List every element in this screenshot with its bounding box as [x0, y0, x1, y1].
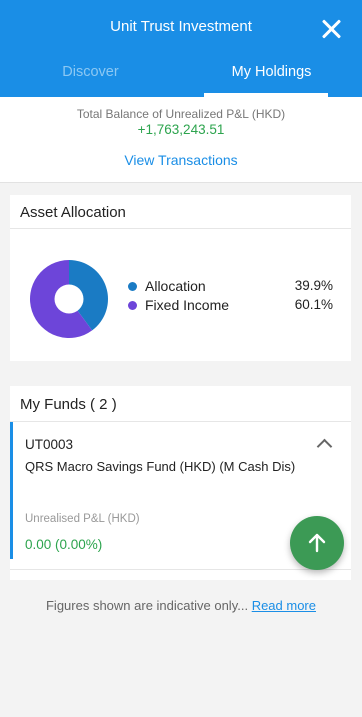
legend-item-allocation: Allocation 39.9% — [128, 277, 333, 295]
legend-value: 60.1% — [294, 297, 333, 312]
balance-label: Total Balance of Unrealized P&L (HKD) — [76, 107, 286, 121]
view-transactions-link[interactable]: View Transactions — [0, 152, 362, 168]
fund-pl-label: Unrealised P&L (HKD) — [25, 513, 140, 525]
asset-allocation-card: Asset Allocation Allocation 39.9% Fixed … — [10, 195, 351, 361]
fund-name: QRS Macro Savings Fund (HKD) (M Cash Dis… — [25, 459, 296, 474]
balance-value: +1,763,243.51 — [137, 122, 225, 137]
card-divider — [10, 228, 351, 229]
legend-value: 39.9% — [294, 278, 333, 293]
disclaimer-text: Figures shown are indicative only... — [45, 598, 249, 613]
balance-summary: Total Balance of Unrealized P&L (HKD) +1… — [0, 97, 362, 183]
app-header: Unit Trust Investment Discover My Holdin… — [0, 0, 362, 97]
fund-pl-value: 0.00 (0.00%) — [25, 537, 103, 552]
card-divider — [10, 569, 351, 570]
disclaimer-note: Figures shown are indicative only... Rea… — [0, 598, 362, 613]
tab-discover[interactable]: Discover — [0, 64, 181, 80]
legend-dot-allocation — [128, 282, 137, 291]
legend-label: Fixed Income — [145, 297, 230, 313]
close-icon[interactable] — [316, 14, 346, 44]
read-more-link[interactable]: Read more — [252, 598, 316, 613]
fund-code: UT0003 — [25, 437, 74, 452]
allocation-donut-chart — [29, 260, 108, 338]
chevron-up-icon[interactable] — [316, 438, 333, 455]
donut-hole — [54, 284, 84, 314]
page-title: Unit Trust Investment — [110, 18, 252, 35]
my-funds-title: My Funds ( 2 ) — [20, 396, 117, 413]
asset-allocation-title: Asset Allocation — [20, 204, 126, 221]
scroll-to-top-button[interactable] — [290, 516, 344, 570]
legend-item-fixed-income: Fixed Income 60.1% — [128, 296, 333, 314]
legend-label: Allocation — [145, 278, 206, 294]
legend-dot-fixed-income — [128, 301, 137, 310]
tab-my-holdings[interactable]: My Holdings — [181, 64, 362, 80]
arrow-up-icon — [308, 533, 326, 553]
